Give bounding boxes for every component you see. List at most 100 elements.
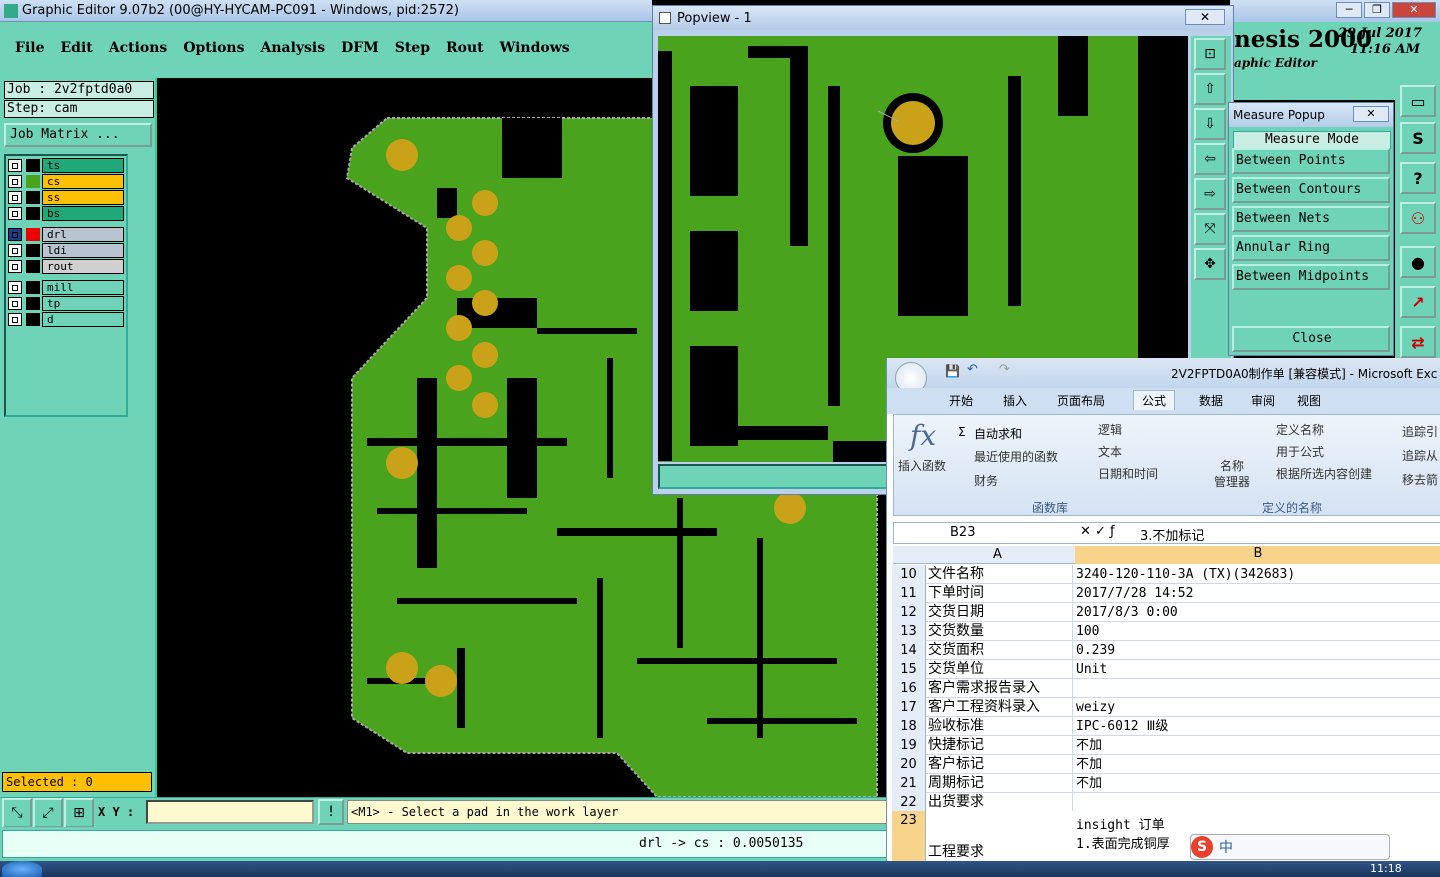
cell-b[interactable]: 100 (1074, 622, 1440, 641)
cell-b[interactable]: 不加 (1074, 736, 1440, 755)
zoom-fit-icon[interactable]: ⊡ (1194, 38, 1226, 70)
autosum-icon[interactable]: Σ (958, 425, 966, 439)
window-toggle-icon[interactable]: ▭ (1400, 85, 1436, 117)
cell-a[interactable]: 文件名称 (927, 565, 1073, 584)
cell-b[interactable] (1074, 679, 1440, 698)
popview-close-icon[interactable]: ✕ (1185, 9, 1225, 25)
cell-a[interactable]: 出货要求 (927, 793, 1073, 812)
measure-close-button[interactable]: Close (1232, 326, 1390, 352)
minimize-icon[interactable]: ─ (1336, 2, 1362, 18)
menu-edit[interactable]: Edit (60, 40, 92, 56)
sogou-icon[interactable]: S (1191, 836, 1213, 858)
pad-icon[interactable]: ● (1400, 246, 1436, 278)
menu-rout[interactable]: Rout (446, 40, 484, 56)
snap-icon[interactable]: S (1400, 122, 1436, 154)
autosum[interactable]: 自动求和 (974, 425, 1022, 442)
excel-tab-1[interactable]: 插入 (1003, 392, 1027, 409)
layer-checkbox[interactable] (8, 191, 22, 204)
cell-a[interactable]: 快捷标记 (927, 736, 1073, 755)
menu-windows[interactable]: Windows (500, 40, 570, 56)
menu-step[interactable]: Step (395, 40, 430, 56)
cell-a[interactable]: 下单时间 (927, 584, 1073, 603)
datetime[interactable]: 日期和时间 (1098, 465, 1158, 482)
measure-between-points-button[interactable]: Between Points (1232, 148, 1390, 174)
finance[interactable]: 财务 (974, 472, 998, 489)
row-23-b2[interactable]: 1.表面完成铜厚 (1076, 833, 1170, 852)
restore-icon[interactable]: ❐ (1364, 2, 1390, 18)
fx-icon[interactable]: fx (910, 419, 936, 452)
zoom-out-popview-icon[interactable]: ⤧ (1194, 213, 1226, 245)
layer-checkbox[interactable] (8, 260, 22, 273)
excel-tab-4[interactable]: 数据 (1199, 392, 1223, 409)
excel-tab-3[interactable]: 公式 (1133, 390, 1176, 410)
name-manager-1[interactable]: 名称 (1220, 457, 1244, 474)
pan-up-icon[interactable]: ⇧ (1194, 73, 1226, 105)
layer-checkbox[interactable] (8, 175, 22, 188)
excel-tab-6[interactable]: 视图 (1297, 392, 1321, 409)
cell-a[interactable]: 周期标记 (927, 774, 1073, 793)
close-icon[interactable]: ✕ (1392, 2, 1436, 18)
cell-a[interactable]: 客户标记 (927, 755, 1073, 774)
layer-checkbox[interactable] (8, 297, 22, 310)
zoom-in-icon[interactable]: ⤡ (2, 798, 32, 828)
flip-icon[interactable]: ⇄ (1400, 326, 1436, 358)
menu-analysis[interactable]: Analysis (260, 40, 325, 56)
text[interactable]: 文本 (1098, 443, 1122, 460)
undo-icon[interactable]: ↶ (967, 362, 978, 377)
cell-b[interactable]: Unit (1074, 660, 1440, 679)
cell-b[interactable]: 2017/7/28 14:52 (1074, 584, 1440, 603)
measure-popup-close-icon[interactable]: ✕ (1353, 106, 1389, 122)
layer-checkbox[interactable] (8, 207, 22, 220)
measure-annular-ring-button[interactable]: Annular Ring (1232, 235, 1390, 261)
layer-d[interactable]: d (8, 312, 124, 327)
layer-ts[interactable]: ts (8, 158, 124, 173)
cell-a[interactable]: 验收标准 (927, 717, 1073, 736)
layer-rout[interactable]: rout (8, 259, 124, 274)
formula-buttons[interactable]: ✕ ✓ ƒ (1080, 524, 1115, 539)
measure-between-nets-button[interactable]: Between Nets (1232, 206, 1390, 232)
cell-a[interactable]: 交货面积 (927, 641, 1073, 660)
layer-ss[interactable]: ss (8, 190, 124, 205)
layer-checkbox[interactable] (8, 313, 22, 326)
layer-bs[interactable]: bs (8, 206, 124, 221)
name-manager-2[interactable]: 管理器 (1214, 473, 1250, 490)
measure-between-contours-button[interactable]: Between Contours (1232, 177, 1390, 203)
layer-ldi[interactable]: ldi (8, 243, 124, 258)
insert-function[interactable]: 插入函数 (898, 457, 946, 474)
cell-b[interactable]: 3240-120-110-3A (TX)(342683) (1074, 565, 1440, 584)
cell-b[interactable]: 2017/8/3 0:00 (1074, 603, 1440, 622)
layer-checkbox[interactable] (8, 228, 22, 241)
layer-checkbox[interactable] (8, 159, 22, 172)
logic[interactable]: 逻辑 (1098, 421, 1122, 438)
job-matrix-button[interactable]: Job Matrix ... (4, 123, 152, 147)
layer-cs[interactable]: cs (8, 174, 124, 189)
trace-dependents[interactable]: 追踪从 (1402, 447, 1438, 464)
column-b-header[interactable]: B (1075, 546, 1440, 564)
cell-a[interactable]: 交货日期 (927, 603, 1073, 622)
formula-input[interactable]: 3.不加标记 (1140, 525, 1204, 544)
cell-b[interactable]: weizy (1074, 698, 1440, 717)
use-in-formula[interactable]: 用于公式 (1276, 443, 1324, 460)
pan-right-icon[interactable]: ⇨ (1194, 178, 1226, 210)
ime-toolbar[interactable]: S 中 (1190, 834, 1390, 860)
layer-tp[interactable]: tp (8, 296, 124, 311)
layer-checkbox[interactable] (8, 281, 22, 294)
ime-mode[interactable]: 中 (1219, 837, 1233, 857)
cell-a[interactable]: 客户需求报告录入 (927, 679, 1073, 698)
measure-between-midpoints-button[interactable]: Between Midpoints (1232, 264, 1390, 290)
menu-dfm[interactable]: DFM (341, 40, 379, 56)
redo-icon[interactable]: ↷ (999, 362, 1010, 377)
measure-icon[interactable]: ↗ (1400, 286, 1436, 318)
layer-checkbox[interactable] (8, 244, 22, 257)
cell-b[interactable]: 0.239 (1074, 641, 1440, 660)
cell-a[interactable]: 交货数量 (927, 622, 1073, 641)
menu-options[interactable]: Options (183, 40, 244, 56)
layer-drl[interactable]: drl (8, 227, 124, 242)
recent-functions[interactable]: 最近使用的函数 (974, 448, 1058, 465)
excel-tab-5[interactable]: 审阅 (1251, 392, 1275, 409)
start-button-icon[interactable] (2, 861, 42, 877)
xy-input[interactable] (146, 800, 314, 824)
row-23-label[interactable]: 工程要求 (928, 841, 984, 861)
cell-a[interactable]: 客户工程资料录入 (927, 698, 1073, 717)
grid-icon[interactable]: ⊞ (64, 798, 94, 828)
